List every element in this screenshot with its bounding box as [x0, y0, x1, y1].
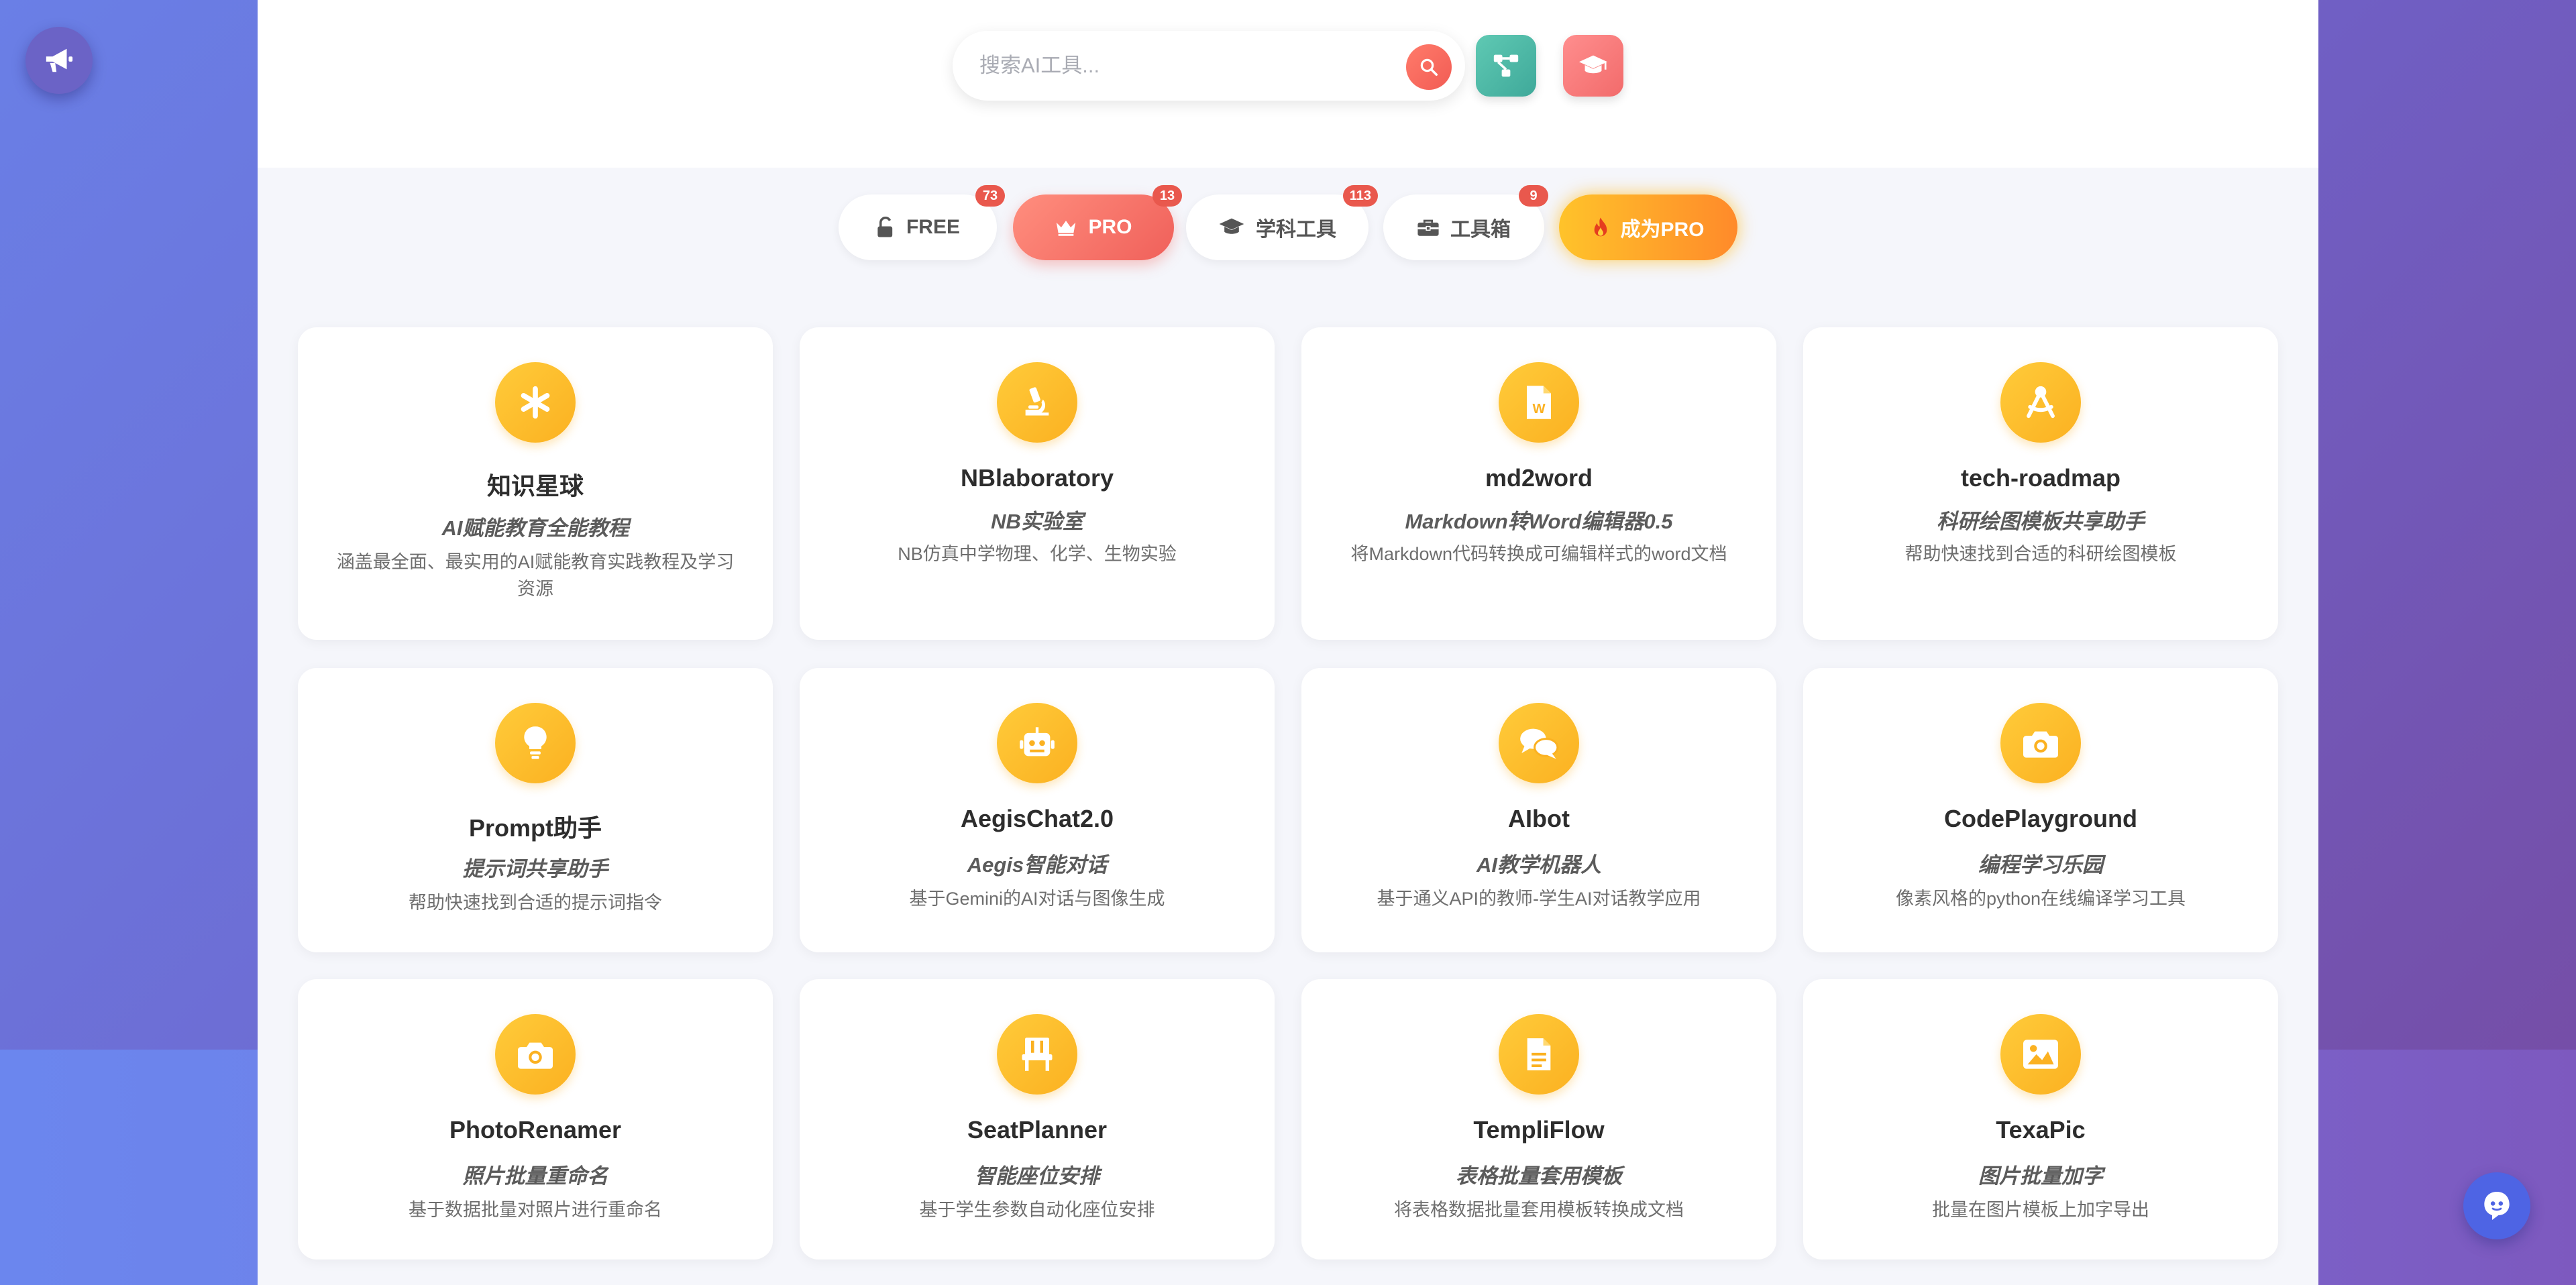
count-badge: 113 [1342, 185, 1378, 207]
card-subtitle: Markdown转Word编辑器0.5 [1405, 510, 1673, 533]
header [258, 0, 2318, 168]
card-subtitle: 照片批量重命名 [462, 1164, 608, 1188]
card-description: 涵盖最全面、最实用的AI赋能教育实践教程及学习资源 [336, 552, 735, 599]
card-title: tech-roadmap [1960, 464, 2121, 492]
image-icon [2000, 1014, 2081, 1095]
unlock-icon [875, 217, 896, 238]
card-title: AegisChat2.0 [960, 805, 1114, 832]
camera-icon [2000, 703, 2081, 783]
card-description: 批量在图片模板上加字导出 [1932, 1200, 2149, 1220]
card-title: TempliFlow [1473, 1116, 1605, 1143]
tab-pro[interactable]: PRO 13 [1013, 185, 1182, 260]
card-description: 帮助快速找到合适的提示词指令 [409, 893, 662, 913]
tab-label: FREE [906, 216, 960, 238]
tool-card[interactable]: tech-roadmap 科研绘图模板共享助手 帮助快速找到合适的科研绘图模板 [1803, 327, 2278, 640]
network-icon [1493, 54, 1519, 77]
document-icon [1499, 1014, 1579, 1095]
chat-bot-icon [2484, 1192, 2510, 1220]
card-description: 基于Gemini的AI对话与图像生成 [909, 889, 1165, 909]
tool-card[interactable]: W md2word Markdown转Word编辑器0.5 将Markdown代… [1301, 327, 1776, 640]
tool-card[interactable]: TexaPic 图片批量加字 批量在图片模板上加字导出 [1803, 979, 2278, 1260]
card-subtitle: 编程学习乐园 [1978, 853, 2103, 877]
card-title: Prompt助手 [468, 814, 602, 842]
count-badge: 13 [1152, 185, 1182, 207]
card-subtitle: 科研绘图模板共享助手 [1937, 510, 2145, 533]
tab-label: 工具箱 [1450, 219, 1511, 241]
learning-button[interactable] [1563, 35, 1623, 97]
tool-card[interactable]: AIbot AI教学机器人 基于通义API的教师-学生AI对话教学应用 [1301, 668, 1776, 952]
card-description: 基于通义API的教师-学生AI对话教学应用 [1377, 889, 1701, 909]
comments-icon [1499, 703, 1579, 783]
main-container: FREE 73 PRO 13 学科工具 113 [258, 0, 2318, 1285]
fire-icon [1592, 217, 1609, 238]
tool-card[interactable]: AegisChat2.0 Aegis智能对话 基于Gemini的AI对话与图像生… [800, 668, 1275, 952]
tool-card[interactable]: NBlaboratory NB实验室 NB仿真中学物理、化学、生物实验 [800, 327, 1275, 640]
lightbulb-icon [495, 703, 576, 783]
card-title: NBlaboratory [960, 464, 1114, 492]
chat-assistant-button[interactable] [2463, 1172, 2530, 1239]
compass-drafting-icon [2000, 362, 2081, 443]
search-button[interactable] [1406, 44, 1452, 90]
card-title: 知识星球 [486, 472, 584, 500]
crown-icon [1055, 218, 1077, 237]
tab-label: 成为PRO [1620, 219, 1705, 241]
tool-card[interactable]: SeatPlanner 智能座位安排 基于学生参数自动化座位安排 [800, 979, 1275, 1260]
card-description: 像素风格的python在线编译学习工具 [1895, 889, 2186, 909]
tab-label: 学科工具 [1256, 219, 1336, 241]
announcement-button[interactable] [25, 27, 93, 94]
tool-card[interactable]: TempliFlow 表格批量套用模板 将表格数据批量套用模板转换成文档 [1301, 979, 1776, 1260]
card-subtitle: Aegis智能对话 [967, 853, 1108, 877]
card-title: SeatPlanner [967, 1116, 1108, 1143]
card-subtitle: 提示词共享助手 [462, 857, 608, 881]
card-description: NB仿真中学物理、化学、生物实验 [898, 544, 1177, 564]
robot-icon [997, 703, 1077, 783]
card-title: CodePlayground [1943, 805, 2138, 832]
tool-card[interactable]: 知识星球 AI赋能教育全能教程 涵盖最全面、最实用的AI赋能教育实践教程及学习资… [298, 327, 773, 640]
card-title: PhotoRenamer [449, 1116, 622, 1143]
network-button[interactable] [1476, 35, 1536, 97]
svg-text:W: W [1532, 402, 1546, 416]
tab-label: PRO [1088, 216, 1132, 238]
search-icon [1420, 58, 1438, 76]
tool-card[interactable]: Prompt助手 提示词共享助手 帮助快速找到合适的提示词指令 [298, 668, 773, 952]
tool-card[interactable]: CodePlayground 编程学习乐园 像素风格的python在线编译学习工… [1803, 668, 2278, 952]
card-description: 将表格数据批量套用模板转换成文档 [1394, 1200, 1684, 1220]
card-title: AIbot [1508, 805, 1570, 832]
word-file-icon: W [1499, 362, 1579, 443]
microscope-icon [997, 362, 1077, 443]
card-subtitle: AI教学机器人 [1477, 853, 1601, 877]
toolbox-icon [1417, 217, 1440, 237]
tab-free[interactable]: FREE 73 [839, 185, 1005, 260]
card-description: 帮助快速找到合适的科研绘图模板 [1904, 544, 2177, 564]
chair-icon [997, 1014, 1077, 1095]
megaphone-icon [46, 48, 73, 72]
become-pro-button[interactable]: 成为PRO [1559, 194, 1737, 260]
card-subtitle: 智能座位安排 [975, 1164, 1099, 1188]
card-subtitle: NB实验室 [991, 510, 1083, 533]
search-box [953, 31, 1465, 101]
tool-card[interactable]: PhotoRenamer 照片批量重命名 基于数据批量对照片进行重命名 [298, 979, 773, 1260]
graduation-cap-icon [1218, 217, 1245, 237]
category-tabs: FREE 73 PRO 13 学科工具 113 工具箱 9 成为PRO [258, 185, 2318, 262]
asterisk-icon [495, 362, 576, 443]
card-title: md2word [1485, 464, 1593, 492]
card-subtitle: AI赋能教育全能教程 [441, 516, 629, 540]
card-description: 基于数据批量对照片进行重命名 [409, 1200, 662, 1220]
count-badge: 9 [1519, 185, 1548, 207]
camera-icon [495, 1014, 576, 1095]
card-description: 将Markdown代码转换成可编辑样式的word文档 [1350, 544, 1727, 564]
card-title: TexaPic [1996, 1116, 2086, 1143]
count-badge: 73 [975, 185, 1005, 207]
graduation-cap-icon [1578, 55, 1608, 74]
card-subtitle: 图片批量加字 [1978, 1164, 2103, 1188]
search-input[interactable] [979, 46, 1382, 86]
card-description: 基于学生参数自动化座位安排 [919, 1200, 1155, 1220]
card-subtitle: 表格批量套用模板 [1456, 1164, 1622, 1188]
tab-subject-tools[interactable]: 学科工具 113 [1186, 185, 1378, 260]
tab-toolbox[interactable]: 工具箱 9 [1383, 185, 1548, 260]
